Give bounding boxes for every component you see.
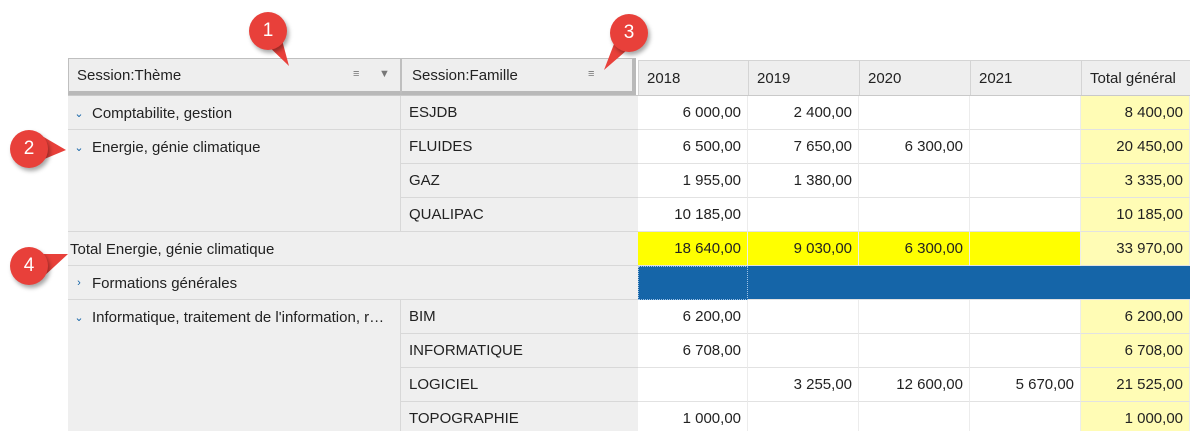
total-cell[interactable]: 20 450,00 xyxy=(1081,130,1190,164)
value-cell[interactable] xyxy=(859,96,970,130)
column-header-label: 2020 xyxy=(868,70,902,87)
value-cell[interactable] xyxy=(970,334,1081,368)
sort-icon[interactable]: ≡ xyxy=(588,68,594,80)
column-header-label: 2021 xyxy=(979,70,1013,87)
subtotal-value-cell[interactable] xyxy=(970,232,1081,266)
family-cell[interactable]: LOGICIEL xyxy=(401,368,638,402)
family-cell[interactable]: BIM xyxy=(401,300,638,334)
family-label: FLUIDES xyxy=(409,138,473,155)
callout-marker-1: 1 xyxy=(249,12,287,50)
pivot-grid: Session:Thème ≡ ▼ Session:Famille ≡ 2018… xyxy=(68,58,1190,431)
family-label: QUALIPAC xyxy=(409,206,484,223)
total-cell[interactable]: 21 525,00 xyxy=(1081,368,1190,402)
subtotal-total-cell[interactable]: 33 970,00 xyxy=(1081,232,1190,266)
column-header-total[interactable]: Total général xyxy=(1081,60,1190,96)
theme-row-formations[interactable]: › Formations générales xyxy=(68,266,237,300)
family-cell[interactable]: GAZ xyxy=(401,164,638,198)
value-cell[interactable]: 6 500,00 xyxy=(638,130,748,164)
value-cell[interactable]: 10 185,00 xyxy=(638,198,748,232)
column-header-label: 2019 xyxy=(757,70,791,87)
subtotal-value-cell[interactable]: 6 300,00 xyxy=(859,232,970,266)
value-cell[interactable] xyxy=(970,130,1081,164)
value-cell[interactable] xyxy=(859,334,970,368)
theme-label: Comptabilite, gestion xyxy=(92,104,233,122)
family-label: INFORMATIQUE xyxy=(409,342,523,359)
value-cell[interactable]: 6 000,00 xyxy=(638,96,748,130)
value-cell[interactable] xyxy=(859,402,970,431)
value-cell[interactable] xyxy=(970,164,1081,198)
value-cell[interactable]: 6 708,00 xyxy=(638,334,748,368)
value-cell[interactable]: 5 670,00 xyxy=(970,368,1081,402)
subtotal-value-cell[interactable]: 18 640,00 xyxy=(638,232,748,266)
chevron-down-icon[interactable]: ⌄ xyxy=(72,141,86,154)
family-cell[interactable]: INFORMATIQUE xyxy=(401,334,638,368)
value-cell[interactable]: 12 600,00 xyxy=(859,368,970,402)
family-cell[interactable]: TOPOGRAPHIE xyxy=(401,402,638,431)
value-cell[interactable] xyxy=(859,198,970,232)
subtotal-row-label: Total Energie, génie climatique xyxy=(70,232,274,266)
column-header-2019[interactable]: 2019 xyxy=(748,60,859,96)
subtotal-value-cell[interactable]: 9 030,00 xyxy=(748,232,859,266)
value-cell[interactable] xyxy=(859,164,970,198)
family-label: LOGICIEL xyxy=(409,376,479,393)
total-cell[interactable]: 10 185,00 xyxy=(1081,198,1190,232)
value-cell[interactable]: 6 300,00 xyxy=(859,130,970,164)
theme-row-informatique[interactable]: ⌄ Informatique, traitement de l'informat… xyxy=(68,300,384,334)
column-header-2021[interactable]: 2021 xyxy=(970,60,1081,96)
sort-icon[interactable]: ≡ xyxy=(353,68,359,80)
total-cell[interactable]: 8 400,00 xyxy=(1081,96,1190,130)
theme-label: Energie, génie climatique xyxy=(92,138,261,156)
theme-row-comptabilite[interactable]: ⌄ Comptabilite, gestion xyxy=(68,96,232,130)
chevron-right-icon[interactable]: › xyxy=(72,277,86,289)
value-cell[interactable] xyxy=(748,198,859,232)
value-cell[interactable] xyxy=(970,96,1081,130)
family-label: BIM xyxy=(409,308,436,325)
callout-marker-2: 2 xyxy=(10,130,48,168)
value-cell[interactable] xyxy=(638,368,748,402)
value-cell[interactable] xyxy=(970,402,1081,431)
field-header-theme[interactable]: Session:Thème ≡ ▼ xyxy=(68,58,401,95)
value-cell[interactable] xyxy=(748,300,859,334)
field-header-theme-label: Session:Thème xyxy=(77,66,182,84)
value-cell[interactable] xyxy=(748,334,859,368)
column-header-2020[interactable]: 2020 xyxy=(859,60,970,96)
family-label: GAZ xyxy=(409,172,440,189)
callout-marker-4: 4 xyxy=(10,247,48,285)
value-cell[interactable]: 1 955,00 xyxy=(638,164,748,198)
family-label: TOPOGRAPHIE xyxy=(409,410,519,427)
value-cell[interactable]: 1 000,00 xyxy=(638,402,748,431)
family-label: ESJDB xyxy=(409,104,458,121)
family-cell[interactable]: ESJDB xyxy=(401,96,638,130)
field-header-family[interactable]: Session:Famille ≡ xyxy=(401,58,636,95)
total-cell[interactable]: 6 200,00 xyxy=(1081,300,1190,334)
callout-marker-3: 3 xyxy=(610,14,648,52)
subtotal-label: Total Energie, génie climatique xyxy=(70,240,275,258)
value-cell[interactable]: 6 200,00 xyxy=(638,300,748,334)
value-cell[interactable] xyxy=(970,198,1081,232)
column-header-label: Total général xyxy=(1090,70,1176,87)
column-header-label: 2018 xyxy=(647,70,681,87)
column-header-2018[interactable]: 2018 xyxy=(638,60,748,96)
total-cell[interactable]: 3 335,00 xyxy=(1081,164,1190,198)
total-cell[interactable]: 6 708,00 xyxy=(1081,334,1190,368)
value-cell[interactable]: 2 400,00 xyxy=(748,96,859,130)
value-cell[interactable] xyxy=(970,300,1081,334)
value-cell[interactable] xyxy=(859,300,970,334)
selected-cell[interactable] xyxy=(638,266,748,300)
field-header-family-label: Session:Famille xyxy=(412,66,518,84)
value-cell[interactable]: 7 650,00 xyxy=(748,130,859,164)
total-cell[interactable]: 1 000,00 xyxy=(1081,402,1190,431)
theme-row-energie[interactable]: ⌄ Energie, génie climatique xyxy=(68,130,260,164)
chevron-down-icon[interactable]: ⌄ xyxy=(72,311,86,324)
family-cell[interactable]: FLUIDES xyxy=(401,130,638,164)
theme-label: Informatique, traitement de l'informatio… xyxy=(92,308,385,326)
family-cell[interactable]: QUALIPAC xyxy=(401,198,638,232)
value-cell[interactable]: 3 255,00 xyxy=(748,368,859,402)
value-cell[interactable] xyxy=(748,402,859,431)
chevron-down-icon[interactable]: ⌄ xyxy=(72,107,86,120)
value-cell[interactable]: 1 380,00 xyxy=(748,164,859,198)
theme-label: Formations générales xyxy=(92,274,238,292)
filter-icon[interactable]: ▼ xyxy=(379,68,390,80)
selected-row-band[interactable] xyxy=(748,266,1190,300)
